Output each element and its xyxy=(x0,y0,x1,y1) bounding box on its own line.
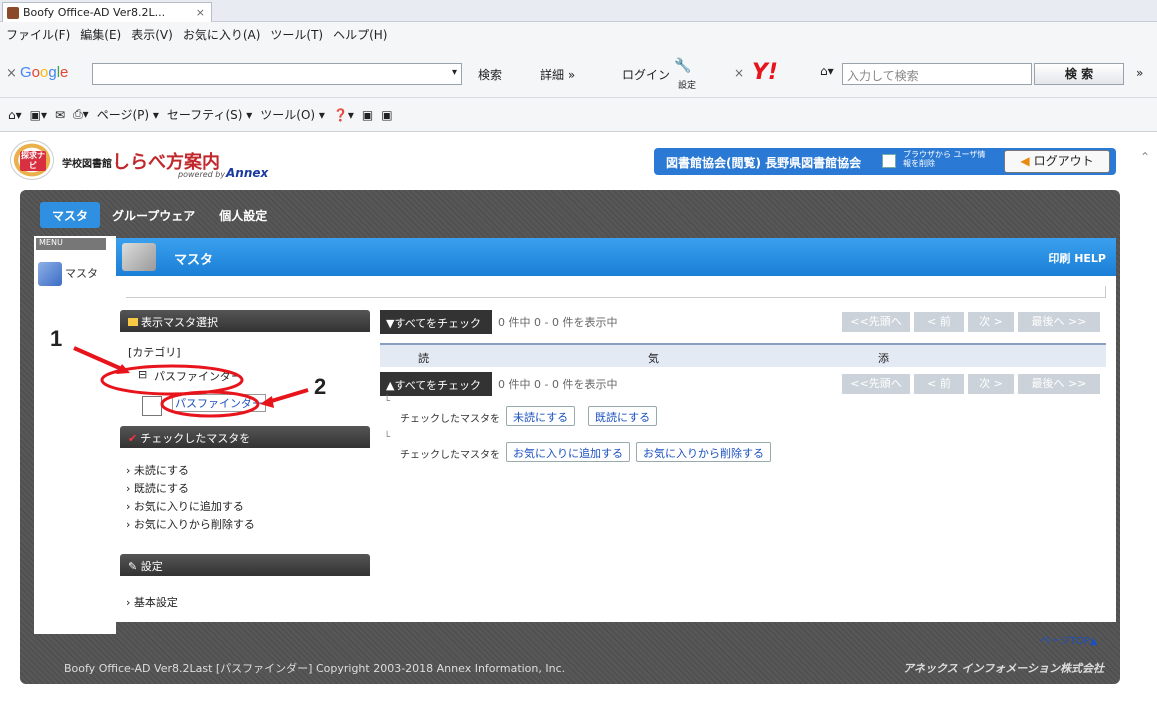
annotation-label-2: 2 xyxy=(314,374,327,399)
annotation-overlay xyxy=(73,346,309,418)
annotation-arrow-2 xyxy=(267,388,309,404)
annotation-arrowhead-2 xyxy=(260,396,274,408)
annotation-label-1: 1 xyxy=(50,326,63,351)
annotation-arrow-1 xyxy=(73,346,125,372)
annotation-ellipse-2 xyxy=(160,390,260,418)
